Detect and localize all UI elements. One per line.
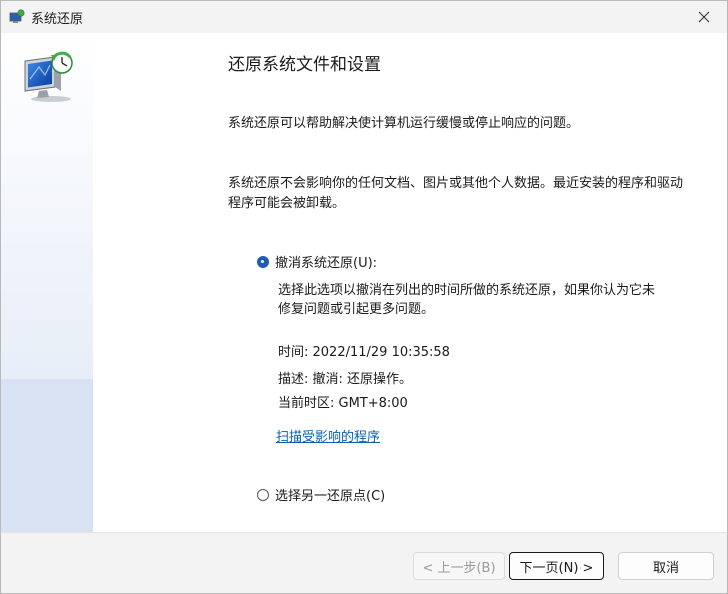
choose-restore-point-option[interactable]: 选择另一还原点(C) [257, 485, 385, 504]
computer-restore-icon [24, 51, 73, 102]
choose-restore-point-radio[interactable] [257, 488, 269, 501]
undo-restore-radio[interactable] [257, 255, 269, 268]
back-button[interactable]: < 上一步(B) [413, 552, 505, 580]
choose-restore-point-label: 选择另一还原点(C) [275, 489, 386, 504]
sidebar-banner [1, 33, 93, 532]
intro-text: 系统还原可以帮助解决使计算机运行缓慢或停止响应的问题。 [228, 116, 580, 131]
window-title: 系统还原 [31, 12, 84, 27]
data-safety-text: 系统还原不会影响你的任何文档、图片或其他个人数据。最近安装的程序和驱动程序可能会… [228, 176, 684, 211]
close-button[interactable] [681, 1, 727, 33]
content-panel: 还原系统文件和设置 系统还原可以帮助解决使计算机运行缓慢或停止响应的问题。 系统… [93, 33, 727, 532]
button-bar: < 上一步(B) 下一页(N) > 取消 [1, 532, 727, 593]
undo-restore-description: 选择此选项以撤消在列出的时间所做的系统还原，如果你认为它未修复问题或引起更多问题… [278, 283, 656, 317]
system-restore-icon [9, 9, 25, 23]
page-title: 还原系统文件和设置 [228, 55, 381, 75]
close-icon [698, 11, 710, 23]
sidebar-lower-band [1, 379, 93, 532]
next-button[interactable]: 下一页(N) > [509, 552, 604, 580]
undo-restore-option[interactable]: 撤消系统还原(U): [257, 252, 377, 271]
scan-affected-programs-link[interactable]: 扫描受影响的程序 [276, 426, 380, 445]
system-restore-window: 系统还原 还原系统文件和设置 系统还原可以帮助解决使计算机运行缓慢或停止响应的问… [0, 0, 728, 594]
title-bar: 系统还原 [1, 1, 727, 33]
restore-description: 描述: 撤消: 还原操作。 [278, 372, 413, 387]
cancel-button[interactable]: 取消 [618, 552, 714, 580]
current-timezone: 当前时区: GMT+8:00 [278, 396, 408, 411]
undo-restore-label: 撤消系统还原(U): [275, 256, 378, 271]
restore-time: 时间: 2022/11/29 10:35:58 [278, 345, 450, 360]
